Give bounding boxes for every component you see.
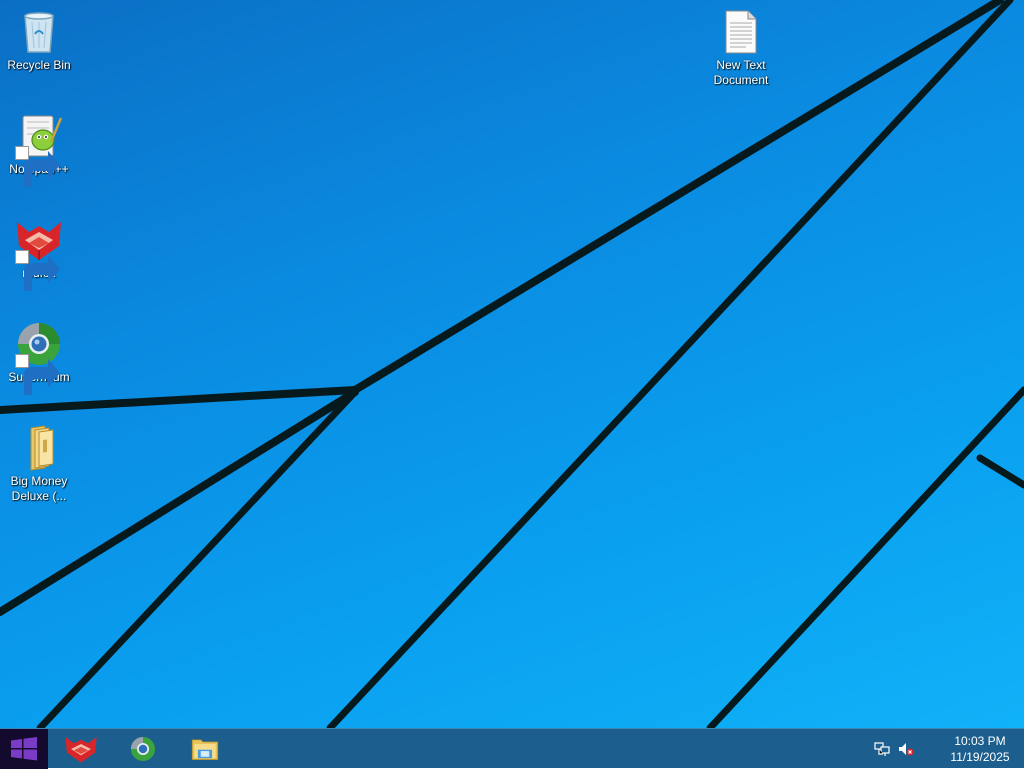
system-tray: 10:03 PM 11/19/2025 xyxy=(874,729,1024,769)
volume-muted-icon[interactable] xyxy=(898,741,914,757)
folder-icon xyxy=(30,425,54,471)
desktop-icon-new-text-document[interactable]: New Text Document xyxy=(703,8,779,88)
text-document-icon xyxy=(725,10,757,54)
taskbar-app-r3dfox[interactable] xyxy=(51,729,111,769)
r3dfox-icon xyxy=(65,736,97,763)
desktop-icon-supermium[interactable]: Supermium xyxy=(1,320,77,395)
desktop-icon-label: Big Money Deluxe (... xyxy=(10,474,68,503)
desktop[interactable]: Recycle Bin Notepad++ xyxy=(0,0,1024,728)
start-button[interactable] xyxy=(0,729,48,769)
network-icon[interactable] xyxy=(874,741,890,757)
desktop-icon-big-money-deluxe[interactable]: Big Money Deluxe (... xyxy=(1,424,77,504)
taskbar-app-file-explorer[interactable] xyxy=(175,729,235,769)
wallpaper-lines xyxy=(0,0,1024,728)
supermium-icon xyxy=(130,736,156,762)
clock-time: 10:03 PM xyxy=(954,734,1006,748)
file-explorer-icon xyxy=(191,739,219,760)
shortcut-arrow-icon xyxy=(15,354,60,395)
shortcut-arrow-icon xyxy=(15,146,60,187)
windows-logo-icon xyxy=(11,737,37,761)
desktop-icon-notepad-plus-plus[interactable]: Notepad++ xyxy=(1,112,77,187)
clock[interactable]: 10:03 PM 11/19/2025 xyxy=(948,733,1012,765)
desktop-icon-label: New Text Document xyxy=(713,58,769,87)
clock-date: 11/19/2025 xyxy=(950,750,1010,764)
taskbar-app-supermium[interactable] xyxy=(113,729,173,769)
taskbar: 10:03 PM 11/19/2025 xyxy=(0,728,1024,769)
desktop-icon-r3dfox[interactable]: r3dfox xyxy=(1,216,77,291)
recycle-bin-icon xyxy=(24,12,54,53)
desktop-icon-recycle-bin[interactable]: Recycle Bin xyxy=(1,8,77,73)
desktop-icon-label: Recycle Bin xyxy=(7,58,71,72)
shortcut-arrow-icon xyxy=(15,250,60,291)
